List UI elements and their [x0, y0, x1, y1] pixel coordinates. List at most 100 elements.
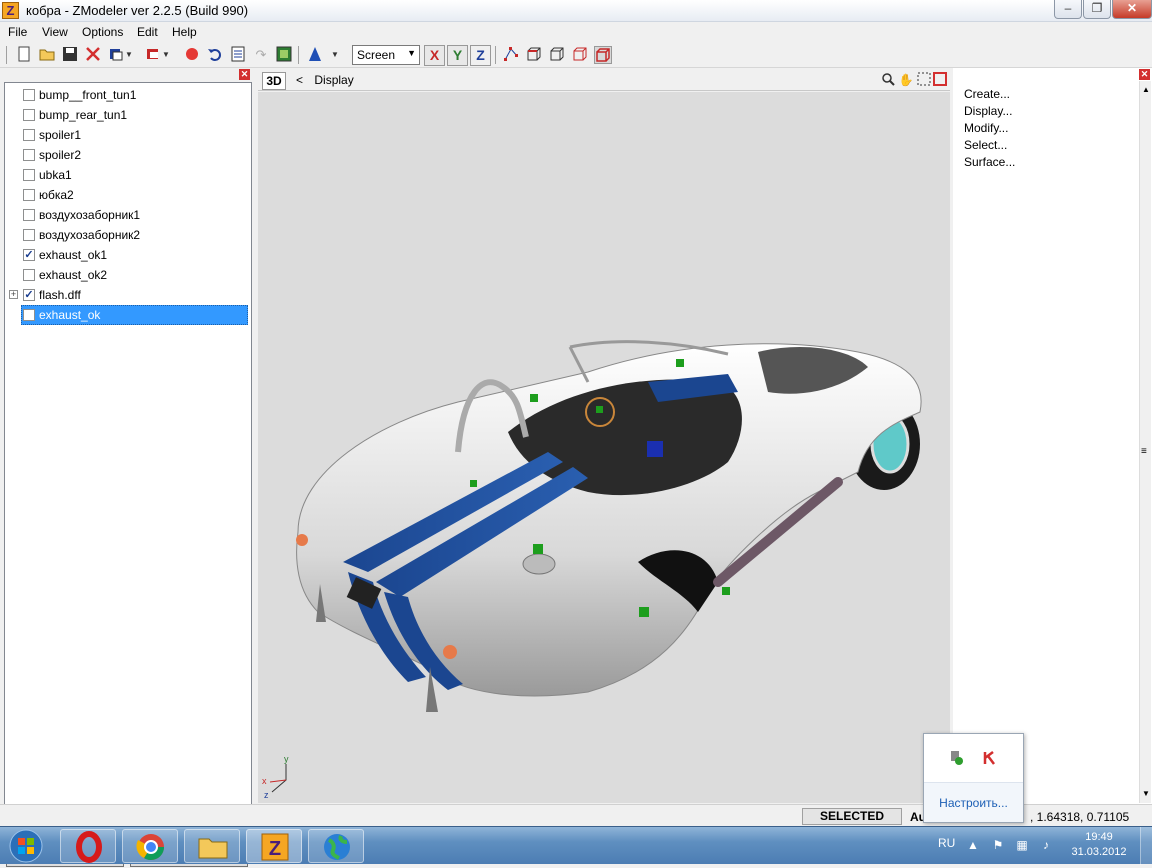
render-dropdown-icon[interactable]: ▼ — [330, 46, 340, 64]
language-indicator[interactable]: RU — [938, 836, 955, 850]
selection-gizmo[interactable] — [647, 441, 663, 457]
visibility-checkbox[interactable] — [23, 89, 35, 101]
explorer-taskbar-button[interactable] — [184, 829, 240, 863]
menu-options[interactable]: Options — [82, 25, 123, 39]
show-desktop-button[interactable] — [1140, 827, 1152, 865]
redo-icon[interactable]: ↷ — [252, 46, 270, 64]
delete-icon[interactable] — [84, 46, 102, 64]
view-mode-button[interactable]: 3D — [262, 72, 286, 90]
display-tab[interactable]: < Display — [296, 73, 354, 87]
pivot-marker[interactable] — [722, 587, 730, 595]
pivot-marker[interactable] — [530, 394, 538, 402]
visibility-checkbox[interactable] — [23, 169, 35, 181]
object-tree[interactable]: bump__front_tun1 bump_rear_tun1 spoiler1… — [4, 82, 252, 848]
globe-taskbar-button[interactable] — [308, 829, 364, 863]
visibility-checkbox-checked[interactable]: ✓ — [23, 289, 35, 301]
tree-item[interactable]: ubka1 — [5, 165, 251, 185]
tree-item[interactable]: воздухозаборник1 — [5, 205, 251, 225]
show-hidden-icons[interactable]: ▲ — [965, 837, 981, 853]
back-chevron-icon[interactable]: < — [296, 73, 303, 87]
select-vertex-icon[interactable] — [502, 46, 520, 64]
axis-z-toggle[interactable]: Z — [470, 45, 491, 66]
pivot-marker[interactable] — [470, 480, 477, 487]
new-file-icon[interactable] — [15, 46, 33, 64]
modify-command[interactable]: Modify... — [964, 121, 1008, 135]
notes-icon[interactable] — [229, 46, 247, 64]
pan-hand-icon[interactable]: ✋ — [898, 72, 914, 88]
tree-item-selected[interactable]: exhaust_ok — [5, 305, 251, 325]
select-object-icon[interactable] — [571, 46, 589, 64]
antivirus-icon[interactable] — [982, 750, 998, 766]
tree-item[interactable]: spoiler1 — [5, 125, 251, 145]
visibility-checkbox[interactable] — [23, 209, 35, 221]
display-command[interactable]: Display... — [964, 104, 1012, 118]
select-all-icon[interactable] — [594, 46, 612, 64]
tree-item[interactable]: bump_rear_tun1 — [5, 105, 251, 125]
close-icon[interactable]: ✕ — [1139, 69, 1150, 80]
opera-taskbar-button[interactable] — [60, 829, 116, 863]
visibility-checkbox[interactable] — [23, 269, 35, 281]
expand-icon[interactable]: + — [9, 290, 18, 299]
action-center-icon[interactable]: ⚑ — [990, 837, 1006, 853]
export-icon[interactable] — [144, 46, 162, 64]
zoom-icon[interactable] — [880, 72, 896, 88]
zmodeler-app-icon[interactable]: Z — [2, 2, 19, 19]
volume-icon[interactable]: ♪ — [1038, 837, 1054, 853]
visibility-checkbox[interactable] — [23, 189, 35, 201]
minimize-button[interactable]: – — [1054, 0, 1082, 19]
visibility-checkbox[interactable] — [23, 109, 35, 121]
visibility-checkbox[interactable] — [23, 309, 35, 321]
tree-item[interactable]: bump__front_tun1 — [5, 85, 251, 105]
pivot-marker[interactable] — [639, 607, 649, 617]
select-edge-icon[interactable] — [525, 46, 543, 64]
open-folder-icon[interactable] — [38, 46, 56, 64]
visibility-checkbox-checked[interactable]: ✓ — [23, 249, 35, 261]
tree-item[interactable]: spoiler2 — [5, 145, 251, 165]
close-icon[interactable]: ✕ — [239, 69, 250, 80]
3d-viewport[interactable]: x y z — [258, 92, 950, 803]
zmodeler-taskbar-button[interactable]: Z — [246, 829, 302, 863]
customize-tray-link[interactable]: Настроить... — [924, 782, 1023, 822]
start-button[interactable] — [6, 827, 46, 865]
create-command[interactable]: Create... — [964, 87, 1010, 101]
command-panel-scrollbar[interactable]: ▲ ≡ ▼ — [1139, 81, 1151, 803]
import-icon[interactable] — [107, 46, 125, 64]
undo-icon[interactable] — [206, 46, 224, 64]
menu-view[interactable]: View — [42, 25, 68, 39]
record-icon[interactable] — [183, 46, 201, 64]
axis-x-toggle[interactable]: X — [424, 45, 445, 66]
tree-item[interactable]: воздухозаборник2 — [5, 225, 251, 245]
coordinate-space-select[interactable]: Screen ▼ — [352, 45, 420, 65]
import-dropdown-icon[interactable]: ▼ — [124, 46, 134, 64]
pivot-marker[interactable] — [596, 406, 603, 413]
render-icon[interactable] — [306, 46, 324, 64]
scroll-up-icon[interactable]: ▲ — [1142, 85, 1150, 94]
texture-icon[interactable] — [275, 46, 293, 64]
maximize-viewport-icon[interactable] — [932, 72, 948, 88]
maximize-button[interactable]: ❐ — [1083, 0, 1111, 19]
tree-item[interactable]: ✓ exhaust_ok1 — [5, 245, 251, 265]
surface-command[interactable]: Surface... — [964, 155, 1015, 169]
scroll-thumb[interactable]: ≡ — [1141, 446, 1147, 457]
scroll-down-icon[interactable]: ▼ — [1142, 789, 1150, 798]
safely-remove-icon[interactable] — [948, 750, 964, 766]
network-icon[interactable]: ▦ — [1014, 837, 1030, 853]
export-dropdown-icon[interactable]: ▼ — [161, 46, 171, 64]
car-model-render[interactable]: x y z — [258, 92, 950, 803]
tree-item[interactable]: + ✓ flash.dff — [5, 285, 251, 305]
save-icon[interactable] — [61, 46, 79, 64]
pivot-marker[interactable] — [676, 359, 684, 367]
axis-y-toggle[interactable]: Y — [447, 45, 468, 66]
close-button[interactable]: ✕ — [1112, 0, 1152, 19]
select-command[interactable]: Select... — [964, 138, 1007, 152]
chrome-taskbar-button[interactable] — [122, 829, 178, 863]
menu-help[interactable]: Help — [172, 25, 197, 39]
region-zoom-icon[interactable] — [916, 72, 932, 88]
select-face-icon[interactable] — [548, 46, 566, 64]
tree-item[interactable]: exhaust_ok2 — [5, 265, 251, 285]
visibility-checkbox[interactable] — [23, 149, 35, 161]
menu-file[interactable]: File — [8, 25, 27, 39]
pivot-marker[interactable] — [533, 544, 543, 554]
menu-edit[interactable]: Edit — [137, 25, 158, 39]
visibility-checkbox[interactable] — [23, 229, 35, 241]
